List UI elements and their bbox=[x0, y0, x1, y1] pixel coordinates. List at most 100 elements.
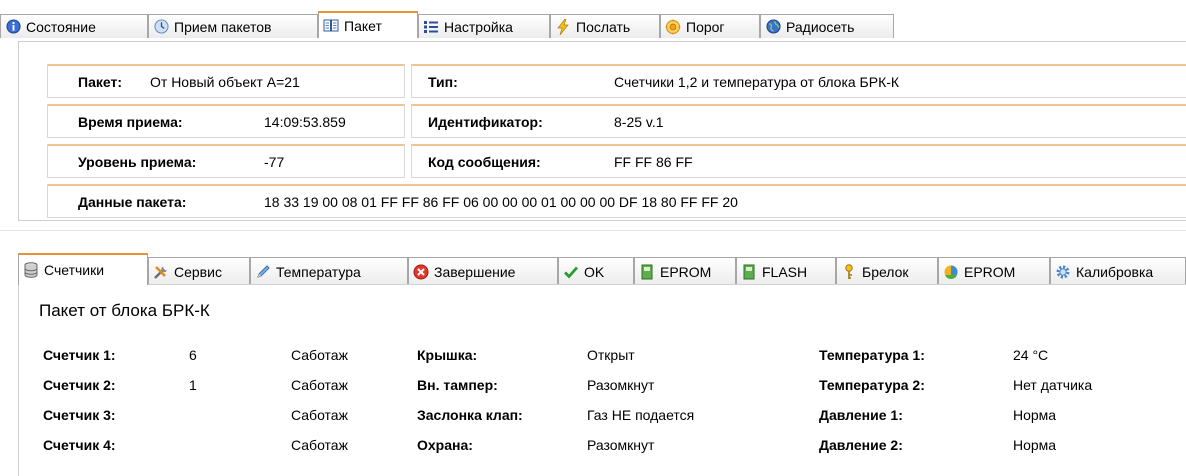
time-label: Время приема: bbox=[78, 114, 183, 130]
color-ball-icon bbox=[943, 264, 959, 280]
code-value: FF FF 86 FF bbox=[614, 154, 693, 170]
tab-label: FLASH bbox=[762, 263, 808, 280]
tamper-value: Разомкнут bbox=[587, 377, 655, 393]
lightning-icon bbox=[555, 18, 571, 35]
tab-calibration[interactable]: Калибровка bbox=[1050, 257, 1186, 285]
temperature-2-value: Нет датчика bbox=[1013, 377, 1093, 393]
tab-eprom[interactable]: EPROM bbox=[634, 257, 736, 285]
info-icon bbox=[5, 19, 21, 35]
valve-value: Газ НЕ подается bbox=[587, 407, 695, 423]
tab-send[interactable]: Послать bbox=[550, 14, 660, 38]
tab-label: Пакет bbox=[344, 17, 382, 34]
tab-label: Порог bbox=[686, 18, 725, 35]
packet-value: От Новый объект А=21 bbox=[150, 74, 300, 90]
tab-label: Послать bbox=[576, 18, 631, 35]
threshold-icon bbox=[665, 19, 681, 35]
temperature-1-value: 24 °С bbox=[1013, 347, 1049, 363]
identifier-box: Идентификатор: 8-25 v.1 bbox=[411, 104, 1186, 138]
id-value: 8-25 v.1 bbox=[614, 114, 664, 130]
temperature-1-label: Температура 1: bbox=[819, 347, 925, 363]
tab-label: Брелок bbox=[862, 263, 909, 280]
type-label: Тип: bbox=[428, 74, 458, 90]
tab-label: Завершение bbox=[434, 263, 516, 280]
tab-keyfob[interactable]: Брелок bbox=[836, 257, 938, 285]
counter-1-label: Счетчик 1: bbox=[43, 347, 116, 363]
counter-3-label: Счетчик 3: bbox=[43, 407, 116, 423]
tab-packet[interactable]: Пакет bbox=[318, 11, 418, 38]
receive-level-box: Уровень приема: -77 bbox=[47, 144, 405, 178]
pencil-icon bbox=[255, 264, 271, 280]
tab-label: Радиосеть bbox=[786, 18, 855, 35]
pressure-2-label: Давление 2: bbox=[819, 437, 903, 453]
type-value: Счетчики 1,2 и температура от блока БРК-… bbox=[614, 74, 900, 90]
counter-4-state: Саботаж bbox=[291, 437, 348, 453]
tab-label: Калибровка bbox=[1076, 263, 1154, 280]
tamper-label: Вн. тампер: bbox=[417, 377, 498, 393]
counter-1-value: 6 bbox=[189, 347, 197, 363]
level-label: Уровень приема: bbox=[78, 154, 197, 170]
tab-label: EPROM bbox=[660, 263, 712, 280]
tab-label: Настройка bbox=[444, 18, 513, 35]
key-icon bbox=[841, 263, 857, 280]
counter-2-state: Саботаж bbox=[291, 377, 348, 393]
packet-source-box: Пакет: От Новый объект А=21 bbox=[47, 64, 405, 98]
counter-2-value: 1 bbox=[189, 377, 197, 393]
tab-service[interactable]: Сервис bbox=[148, 257, 250, 285]
tab-settings[interactable]: Настройка bbox=[418, 14, 550, 38]
pressure-1-value: Норма bbox=[1013, 407, 1057, 423]
tab-label: EPROM bbox=[964, 263, 1016, 280]
tab-threshold[interactable]: Порог bbox=[660, 14, 760, 38]
guard-label: Охрана: bbox=[417, 437, 473, 453]
gear-icon bbox=[1055, 264, 1071, 280]
clock-icon bbox=[153, 19, 169, 35]
tab-label: Счетчики bbox=[44, 262, 105, 278]
counter-3-state: Саботаж bbox=[291, 407, 348, 423]
tab-flash[interactable]: FLASH bbox=[736, 257, 836, 285]
chip-icon bbox=[741, 264, 757, 280]
data-value: 18 33 19 00 08 01 FF FF 86 FF 06 00 00 0… bbox=[264, 194, 738, 210]
packet-type-box: Тип: Счетчики 1,2 и температура от блока… bbox=[411, 64, 1186, 98]
counter-4-label: Счетчик 4: bbox=[43, 437, 116, 453]
stop-icon bbox=[413, 264, 429, 280]
valve-label: Заслонка клап: bbox=[417, 407, 523, 423]
guard-value: Разомкнут bbox=[587, 437, 655, 453]
list-icon bbox=[423, 19, 439, 35]
lid-value: Открыт bbox=[587, 347, 635, 363]
main-tabstrip: Состояние Прием пакетов Пакет Настройка … bbox=[0, 0, 1186, 38]
tab-label: Прием пакетов bbox=[174, 18, 272, 35]
tab-label: Сервис bbox=[174, 263, 222, 280]
database-icon bbox=[23, 262, 39, 278]
tab-radio-network[interactable]: Радиосеть bbox=[760, 14, 894, 38]
pressure-1-label: Давление 1: bbox=[819, 407, 903, 423]
tab-counters[interactable]: Счетчики bbox=[18, 253, 148, 285]
tab-eprom-2[interactable]: EPROM bbox=[938, 257, 1050, 285]
temperature-2-label: Температура 2: bbox=[819, 377, 925, 393]
panel-heading: Пакет от блока БРК-К bbox=[39, 301, 210, 320]
counter-1-state: Саботаж bbox=[291, 347, 348, 363]
packet-data-box: Данные пакета: 18 33 19 00 08 01 FF FF 8… bbox=[47, 184, 1186, 218]
chip-icon bbox=[639, 264, 655, 280]
packet-label: Пакет: bbox=[78, 74, 122, 90]
tab-label: Состояние bbox=[26, 18, 96, 35]
tab-ok[interactable]: OK bbox=[558, 257, 634, 285]
checkmark-icon bbox=[563, 264, 579, 280]
time-value: 14:09:53.859 bbox=[264, 114, 346, 130]
tab-label: OK bbox=[584, 263, 605, 280]
globe-icon bbox=[765, 19, 781, 35]
counter-2-label: Счетчик 2: bbox=[43, 377, 116, 393]
tab-temperature[interactable]: Температура bbox=[250, 257, 408, 285]
data-label: Данные пакета: bbox=[78, 194, 187, 210]
counters-panel: Пакет от блока БРК-К Счетчик 1: 6 Сабота… bbox=[18, 284, 1186, 476]
lid-label: Крышка: bbox=[417, 347, 478, 363]
level-value: -77 bbox=[264, 154, 285, 170]
id-label: Идентификатор: bbox=[428, 114, 543, 130]
tab-receive-packets[interactable]: Прием пакетов bbox=[148, 14, 318, 38]
receive-time-box: Время приема: 14:09:53.859 bbox=[47, 104, 405, 138]
tab-completion[interactable]: Завершение bbox=[408, 257, 558, 285]
tab-label: Температура bbox=[276, 263, 361, 280]
tab-state[interactable]: Состояние bbox=[0, 14, 148, 38]
pressure-2-value: Норма bbox=[1013, 437, 1057, 453]
book-icon bbox=[323, 18, 339, 34]
tools-icon bbox=[153, 264, 169, 280]
code-label: Код сообщения: bbox=[428, 154, 541, 170]
